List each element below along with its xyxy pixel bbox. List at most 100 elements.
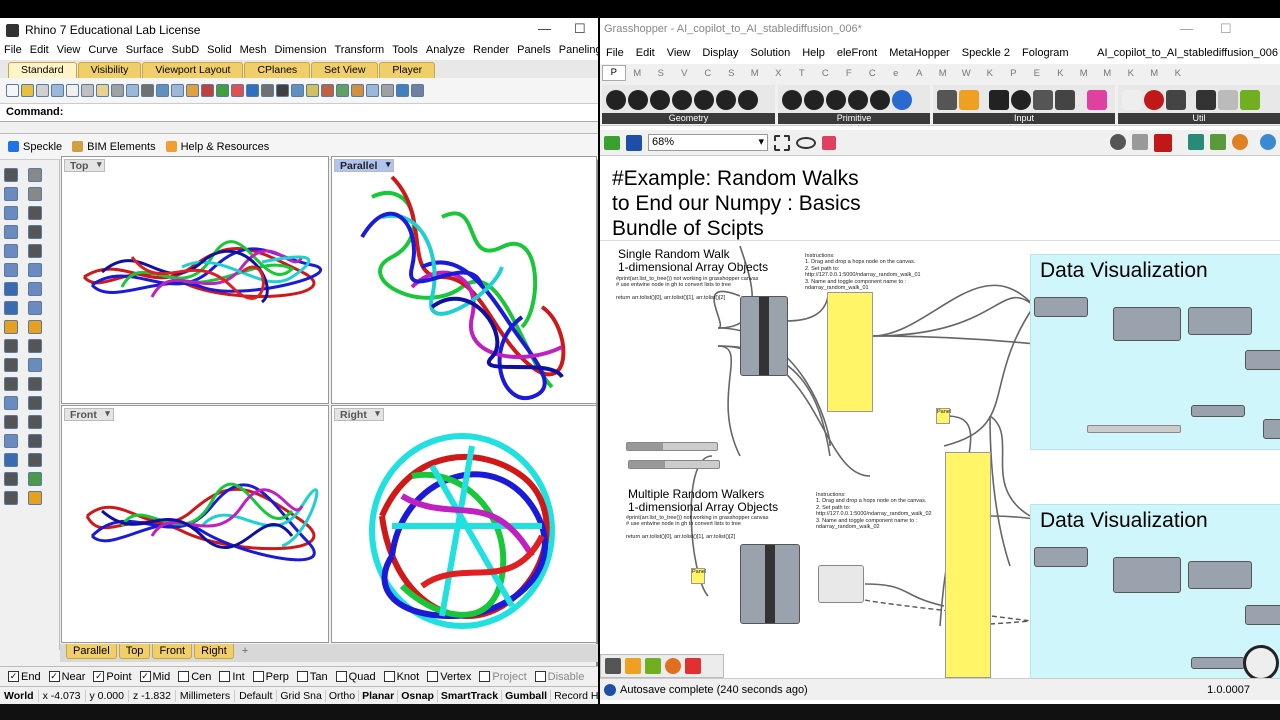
viz-component[interactable] [1188,561,1252,589]
gh-category-tab[interactable]: S [720,68,744,79]
menu-item-render[interactable]: Render [469,42,513,60]
bake-icon[interactable] [1188,133,1204,150]
viewport-front[interactable]: Front [61,405,329,643]
gh-canvas[interactable]: #Example: Random Walks to End our Numpy … [600,156,1280,678]
side-tool-icon[interactable] [4,320,18,334]
util-icon[interactable] [1166,89,1186,110]
osnap-knot[interactable]: Knot [383,671,419,683]
geometry-icon[interactable] [628,89,648,110]
mode-gumball[interactable]: Gumball [502,689,552,702]
side-tool-icon[interactable] [4,168,18,182]
side-tool-icon[interactable] [28,320,42,334]
side-tool-icon[interactable] [4,244,18,258]
mode-grid-sna[interactable]: Grid Sna [277,689,326,702]
menu-item-curve[interactable]: Curve [84,42,121,60]
gh-menu-help[interactable]: Help [796,47,831,59]
viewport-tab-parallel[interactable]: Parallel [66,644,117,659]
side-tool-icon[interactable] [28,491,42,505]
mode-planar[interactable]: Planar [359,689,399,702]
checkbox-icon[interactable] [383,671,395,682]
osnap-cen[interactable]: Cen [178,671,211,683]
toolbar-tab-viewport-layout[interactable]: Viewport Layout [142,62,244,78]
gh-menu-edit[interactable]: Edit [630,47,661,59]
osnap-quad[interactable]: Quad [335,671,376,683]
hops-component-1[interactable] [740,296,788,376]
toolbar-tool-icon[interactable] [96,84,109,97]
mode-record-history[interactable]: Record History [551,690,598,702]
side-tool-icon[interactable] [4,225,18,239]
menu-item-dimension[interactable]: Dimension [271,42,331,60]
viz-component[interactable] [1191,405,1245,417]
plugin-icon[interactable] [685,658,701,674]
primitive-icon[interactable] [870,89,890,110]
osnap-near[interactable]: ✓ Near [48,671,85,683]
gh-category-tab[interactable]: C [814,68,838,79]
gh-category-tab[interactable]: M [626,68,650,79]
plugin-icon[interactable] [665,658,681,674]
toolbar-tool-icon[interactable] [66,84,79,97]
side-tool-icon[interactable] [28,244,42,258]
gh-menu-elefront[interactable]: eleFront [831,47,883,59]
viewport-title-right[interactable]: Right [334,408,384,421]
side-tool-icon[interactable] [4,206,18,220]
primitive-icon[interactable] [804,89,824,110]
geometry-icon[interactable] [716,89,736,110]
toolbar-tool-icon[interactable] [216,84,229,97]
plugin-icon[interactable] [645,658,661,674]
gh-category-tab[interactable]: P [1002,68,1026,79]
number-slider-2[interactable] [628,460,720,469]
input-icon[interactable] [1055,89,1075,110]
toolbar-tab-player[interactable]: Player [379,62,436,78]
gh-document-name[interactable]: AI_copilot_to_AI_stablediffusion_006 [1091,47,1280,59]
toolbar-tool-icon[interactable] [366,84,379,97]
menu-item-mesh[interactable]: Mesh [236,42,271,60]
gh-category-tab[interactable]: V [673,68,697,79]
gh-category-tab[interactable]: S [649,68,673,79]
gh-category-tab[interactable]: K [1119,68,1143,79]
viz-component[interactable] [1034,297,1088,317]
viewport-title-parallel[interactable]: Parallel [334,159,395,172]
side-tool-icon[interactable] [4,358,18,372]
osnap-project[interactable]: Project [479,671,527,683]
viewport-parallel[interactable]: Parallel [331,156,597,404]
menu-item-file[interactable]: File [0,42,26,60]
menu-item-tools[interactable]: Tools [388,42,422,60]
side-tool-icon[interactable] [28,453,42,467]
toolbar-tool-icon[interactable] [186,84,199,97]
cplane-world[interactable]: World [0,689,39,702]
side-tool-icon[interactable] [28,282,42,296]
viewport-tab-right[interactable]: Right [194,644,234,659]
side-tool-icon[interactable] [4,453,18,467]
checkbox-icon[interactable] [335,671,347,682]
primitive-icon[interactable] [892,89,912,110]
panel-node-2[interactable]: Panel [691,568,706,584]
osnap-point[interactable]: ✓ Point [93,671,132,683]
toolbar-tab-visibility[interactable]: Visibility [77,62,142,78]
side-tool-icon[interactable] [28,168,42,182]
side-tool-icon[interactable] [28,396,42,410]
gh-menu-solution[interactable]: Solution [744,47,796,59]
menu-item-panels[interactable]: Panels [513,42,555,60]
side-tool-icon[interactable] [4,434,18,448]
side-tool-icon[interactable] [28,415,42,429]
hops-component-2[interactable] [740,544,800,624]
panel-tab-speckle[interactable]: Speckle [8,141,62,153]
viewport-title-top[interactable]: Top [64,159,106,172]
output-panel-1[interactable] [827,292,873,412]
cherry-icon[interactable] [1144,89,1164,110]
side-tool-icon[interactable] [4,472,18,486]
side-tool-icon[interactable] [28,434,42,448]
side-tool-icon[interactable] [28,263,42,277]
side-tool-icon[interactable] [28,187,42,201]
toolbar-tool-icon[interactable] [156,84,169,97]
toolbar-tool-icon[interactable] [36,84,49,97]
geometry-icon[interactable] [672,89,692,110]
side-tool-icon[interactable] [28,358,42,372]
osnap-perp[interactable]: Perp [252,671,289,683]
gh-category-tab[interactable]: K [1049,68,1073,79]
side-tool-icon[interactable] [4,377,18,391]
gh-menu-speckle-2[interactable]: Speckle 2 [956,47,1016,59]
toolbar-tool-icon[interactable] [126,84,139,97]
viz-component[interactable] [1113,307,1181,341]
mode-smarttrack[interactable]: SmartTrack [438,689,503,702]
